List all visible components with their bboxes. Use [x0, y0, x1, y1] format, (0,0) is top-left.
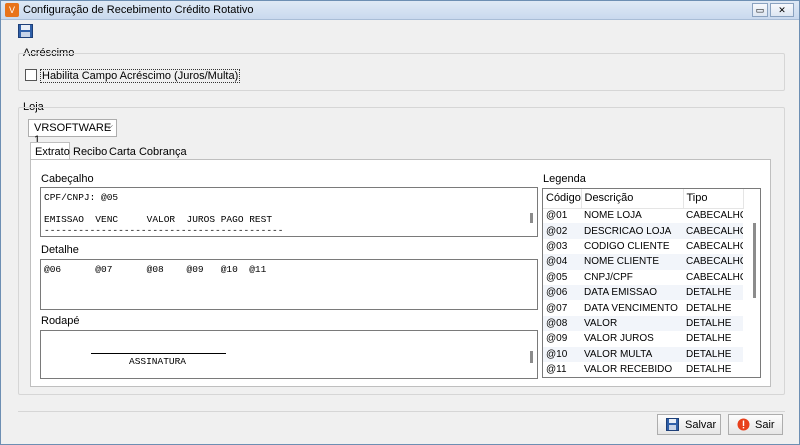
- chevron-down-icon: ⌵: [105, 121, 113, 132]
- legenda-grid[interactable]: Código Descrição Tipo @01 NOME LOJA CABECA…: [542, 188, 761, 378]
- rodape-assinatura-text: ASSINATURA: [129, 356, 187, 367]
- close-button[interactable]: ✕: [770, 3, 794, 17]
- legenda-cell-codigo: @02: [543, 223, 581, 239]
- acrescimo-checkbox-label[interactable]: Habilita Campo Acréscimo (Juros/Multa): [40, 69, 241, 83]
- salvar-button[interactable]: Salvar: [657, 414, 721, 435]
- legenda-row[interactable]: @03 CODIGO CLIENTE CABECALHO: [543, 239, 743, 254]
- legenda-row[interactable]: @08 VALOR DETALHE: [543, 315, 743, 332]
- title-bar: V Configuração de Recebimento Crédito Ro…: [1, 1, 799, 20]
- loja-select[interactable]: VRSOFTWARE 1 ⌵: [28, 119, 117, 146]
- legenda-table: Código Descrição Tipo @01 NOME LOJA CABECA…: [543, 189, 744, 377]
- window: V Configuração de Recebimento Crédito Ro…: [0, 0, 800, 445]
- legenda-cell-codigo: @10: [543, 346, 581, 362]
- col-header-descricao[interactable]: Descrição: [581, 189, 684, 209]
- legenda-cell-tipo: DETALHE: [686, 364, 732, 376]
- legenda-cell-descricao: NOME LOJA: [584, 210, 642, 222]
- legenda-cell-codigo: @06: [543, 284, 581, 301]
- salvar-label: Salvar: [685, 419, 717, 431]
- restore-button[interactable]: ▭: [752, 3, 768, 17]
- legenda-row[interactable]: @10 VALOR MULTA DETALHE: [543, 346, 743, 362]
- legenda-cell-descricao: NOME CLIENTE: [581, 254, 683, 270]
- rodape-scrollbar[interactable]: [530, 351, 533, 363]
- legenda-cell-tipo: CABECALHO: [683, 223, 743, 239]
- legenda-cell-tipo: CABECALHO: [683, 254, 743, 270]
- legenda-cell-codigo: @05: [546, 271, 568, 283]
- save-icon[interactable]: [18, 24, 33, 38]
- legenda-cell-descricao: VALOR MULTA: [581, 346, 683, 362]
- legenda-row[interactable]: @11 VALOR RECEBIDO DETALHE: [543, 362, 743, 377]
- cabecalho-label: Cabeçalho: [41, 173, 94, 185]
- legenda-row[interactable]: @04 NOME CLIENTE CABECALHO: [543, 254, 743, 270]
- footer-divider: [18, 411, 785, 412]
- acrescimo-checkbox[interactable]: [25, 69, 37, 81]
- legenda-scrollbar[interactable]: [753, 223, 756, 298]
- legenda-label: Legenda: [543, 173, 586, 185]
- sair-label: Sair: [755, 419, 775, 431]
- legenda-cell-codigo: @07: [546, 302, 568, 314]
- legenda-cell-codigo: @08: [543, 315, 581, 332]
- detalhe-label: Detalhe: [41, 244, 79, 256]
- legenda-header-row: Código Descrição Tipo: [543, 189, 744, 209]
- exit-icon: [737, 418, 750, 431]
- signature-line: [91, 353, 226, 354]
- legenda-cell-descricao: DATA VENCIMENTO: [584, 302, 678, 314]
- detalhe-textarea[interactable]: @06 @07 @08 @09 @10 @11: [40, 259, 538, 310]
- rodape-label: Rodapé: [41, 315, 80, 327]
- legenda-cell-descricao: VALOR: [581, 315, 683, 332]
- legenda-cell-tipo: CABECALHO: [686, 271, 743, 283]
- tab-extrato[interactable]: Extrato: [30, 142, 70, 160]
- window-title: Configuração de Recebimento Crédito Rota…: [23, 4, 254, 16]
- legenda-cell-codigo: @09: [546, 333, 568, 345]
- save-icon: [666, 418, 679, 431]
- legenda-cell-descricao: CNPJ/CPF: [584, 271, 633, 283]
- col-header-tipo[interactable]: Tipo: [683, 189, 744, 209]
- legenda-row[interactable]: @06 DATA EMISSAO DETALHE: [543, 284, 743, 301]
- legenda-row[interactable]: @01 NOME LOJA CABECALHO: [543, 208, 743, 223]
- cabecalho-scrollbar[interactable]: [530, 213, 533, 223]
- legenda-cell-codigo: @11: [546, 364, 567, 376]
- cabecalho-textarea[interactable]: CPF/CNPJ: @05 EMISSAO VENC VALOR JUROS P…: [40, 187, 538, 237]
- col-header-codigo[interactable]: Código: [543, 189, 582, 209]
- legenda-cell-tipo: CABECALHO: [686, 240, 743, 252]
- legenda-cell-tipo: DETALHE: [683, 346, 743, 362]
- legenda-cell-tipo: DETALHE: [683, 315, 743, 332]
- legenda-cell-descricao: VALOR RECEBIDO: [584, 364, 673, 376]
- legenda-row[interactable]: @07 DATA VENCIMENTO DETALHE: [543, 300, 743, 315]
- legenda-row[interactable]: @02 DESCRICAO LOJA CABECALHO: [543, 223, 743, 239]
- legenda-row[interactable]: @05 CNPJ/CPF CABECALHO: [543, 270, 743, 285]
- legenda-body: @01 NOME LOJA CABECALHO @02 DESCRICAO LOJA CA…: [543, 208, 743, 377]
- legenda-cell-descricao: VALOR JUROS: [584, 333, 654, 345]
- legenda-cell-descricao: DATA EMISSAO: [581, 284, 683, 301]
- legenda-cell-tipo: DETALHE: [686, 302, 732, 314]
- legenda-cell-codigo: @04: [543, 254, 581, 270]
- app-icon: V: [5, 3, 19, 17]
- legenda-cell-descricao: DESCRICAO LOJA: [581, 223, 683, 239]
- legenda-cell-tipo: DETALHE: [686, 333, 732, 345]
- legenda-cell-tipo: CABECALHO: [686, 210, 743, 222]
- legenda-cell-codigo: @01: [546, 210, 568, 222]
- legenda-cell-tipo: DETALHE: [683, 284, 743, 301]
- sair-button[interactable]: Sair: [728, 414, 783, 435]
- rodape-textarea[interactable]: ASSINATURA: [40, 330, 538, 379]
- legenda-cell-descricao: CODIGO CLIENTE: [584, 240, 670, 252]
- legenda-cell-codigo: @03: [546, 240, 568, 252]
- legenda-row[interactable]: @09 VALOR JUROS DETALHE: [543, 331, 743, 346]
